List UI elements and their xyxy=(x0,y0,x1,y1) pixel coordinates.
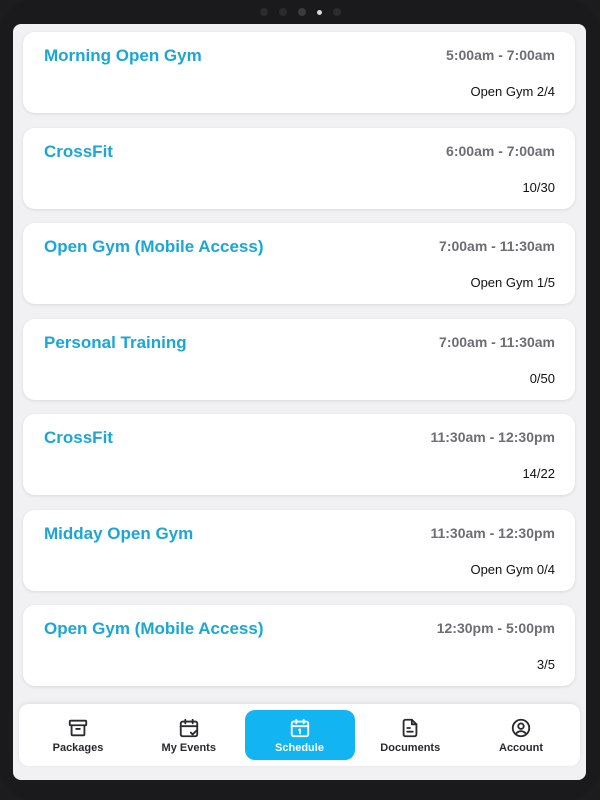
event-title: Morning Open Gym xyxy=(44,46,202,65)
event-capacity: 0/50 xyxy=(529,370,555,386)
event-title: Open Gym (Mobile Access) xyxy=(44,237,264,256)
document-icon xyxy=(402,718,418,737)
tab-schedule[interactable]: Schedule xyxy=(244,710,355,760)
event-card[interactable]: CrossFit 6:00am - 7:00am 10/30 xyxy=(23,127,575,209)
event-title: CrossFit xyxy=(44,141,113,161)
event-capacity: 14/22 xyxy=(522,466,555,481)
archive-box-icon xyxy=(68,719,88,736)
event-capacity: Open Gym 2/4 xyxy=(470,84,555,99)
event-card[interactable]: CrossFit 11:30am - 12:30pm 14/22 xyxy=(23,414,575,495)
calendar-icon xyxy=(290,718,309,737)
event-capacity: 10/30 xyxy=(522,179,555,195)
event-card[interactable]: Morning Open Gym 5:00am - 7:00am Open Gy… xyxy=(23,32,575,113)
event-title: Open Gym (Mobile Access) xyxy=(44,619,264,638)
camera-indicator xyxy=(316,9,322,15)
sensor-dot xyxy=(332,8,341,16)
event-time: 11:30am - 12:30pm xyxy=(430,429,555,445)
event-card[interactable]: Midday Open Gym 11:30am - 12:30pm Open G… xyxy=(23,509,575,591)
event-time: 7:00am - 11:30am xyxy=(439,333,555,350)
event-time: 12:30pm - 5:00pm xyxy=(436,620,555,636)
event-time: 11:30am - 12:30pm xyxy=(430,524,555,541)
event-time: 7:00am - 11:30am xyxy=(439,238,555,254)
event-card[interactable]: Open Gym (Mobile Access) 12:30pm - 5:00p… xyxy=(23,605,575,686)
event-capacity: Open Gym 1/5 xyxy=(470,275,555,290)
tab-label: Account xyxy=(499,741,543,754)
camera-bar xyxy=(0,7,600,17)
tab-label: Packages xyxy=(52,741,104,754)
tab-label: My Events xyxy=(161,741,216,754)
tab-label: Schedule xyxy=(275,741,324,754)
tablet-frame: Morning Open Gym 5:00am - 7:00am Open Gy… xyxy=(0,0,600,800)
event-time: 5:00am - 7:00am xyxy=(446,47,555,63)
app-screen: Morning Open Gym 5:00am - 7:00am Open Gy… xyxy=(13,24,586,780)
event-capacity: Open Gym 0/4 xyxy=(470,561,555,577)
tab-label: Documents xyxy=(380,741,441,754)
event-capacity: 3/5 xyxy=(536,657,555,672)
tab-account[interactable]: Account xyxy=(466,710,576,760)
sensor-dot xyxy=(278,8,287,16)
event-list: Morning Open Gym 5:00am - 7:00am Open Gy… xyxy=(23,32,575,701)
bottom-tab-bar: Packages My Events Schedule Documents Ac… xyxy=(19,704,580,766)
sensor-dot xyxy=(259,8,268,16)
tab-packages[interactable]: Packages xyxy=(23,710,133,760)
event-title: Personal Training xyxy=(44,332,187,352)
tab-my-events[interactable]: My Events xyxy=(134,710,244,760)
event-title: Midday Open Gym xyxy=(44,523,194,543)
tab-documents[interactable]: Documents xyxy=(355,710,465,760)
calendar-check-icon xyxy=(179,718,198,737)
event-card[interactable]: Personal Training 7:00am - 11:30am 0/50 xyxy=(23,318,575,400)
event-time: 6:00am - 7:00am xyxy=(446,142,555,159)
user-circle-icon xyxy=(511,718,531,737)
event-title: CrossFit xyxy=(44,428,113,447)
camera-lens xyxy=(297,8,306,16)
event-card[interactable]: Open Gym (Mobile Access) 7:00am - 11:30a… xyxy=(23,223,575,304)
